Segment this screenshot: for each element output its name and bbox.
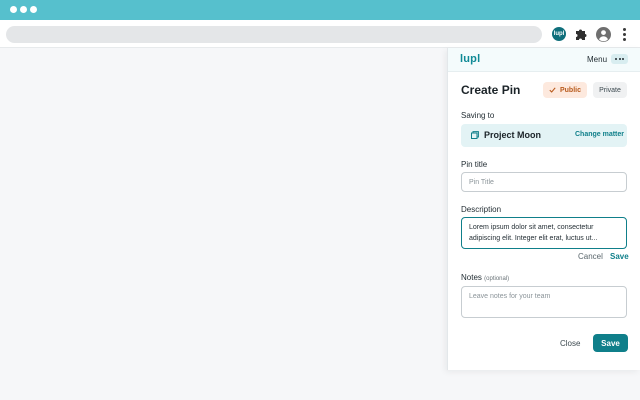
panel-header: lupl Menu [448,48,640,72]
public-label: Public [559,86,581,94]
save-button[interactable]: Save [593,334,628,352]
saving-to-label: Saving to [461,111,495,120]
project-name: Project Moon [484,130,542,140]
notes-label: Notes (optional) [461,273,509,282]
change-matter-link[interactable]: Change matter [575,131,624,138]
account-icon[interactable] [596,27,611,42]
description-line: adipiscing elit. Integer elit erat, luct… [469,235,598,242]
page-title: Create Pin [461,83,521,97]
window-dot-icon[interactable] [10,6,17,13]
pin-title-label: Pin title [461,160,488,169]
private-label: Private [599,86,621,94]
pin-title-placeholder: Pin Title [469,179,494,186]
window-dot-icon[interactable] [20,6,27,13]
description-line: Lorem ipsum dolor sit amet, consectetur [469,224,594,231]
more-menu-button[interactable] [611,54,628,64]
browser-toolbar: lupl [0,20,640,48]
description-label: Description [461,205,502,214]
lupl-logo: lupl [460,53,481,65]
public-toggle[interactable]: Public [543,82,587,98]
close-button[interactable]: Close [560,339,580,348]
menu-label[interactable]: Menu [587,55,607,64]
description-textarea[interactable]: Lorem ipsum dolor sit amet, consectetur … [461,217,627,249]
kebab-menu-icon[interactable] [621,28,627,41]
optional-label: (optional) [484,276,510,282]
create-pin-panel: lupl Menu Create Pin Public Private Savi… [447,48,640,370]
lupl-extension-icon[interactable]: lupl [552,27,566,41]
folder-stack-icon [471,131,479,139]
description-save-button[interactable]: Save [610,252,629,261]
browser-titlebar [0,0,640,20]
puzzle-icon[interactable] [574,27,588,41]
notes-placeholder: Leave notes for your team [469,293,551,300]
check-icon [549,87,556,93]
private-toggle[interactable]: Private [593,82,627,98]
saving-to-box: Project Moon Change matter [461,124,627,147]
description-cancel-button[interactable]: Cancel [578,252,603,261]
pin-title-input[interactable]: Pin Title [461,172,627,192]
notes-label-text: Notes [461,273,482,282]
notes-textarea[interactable]: Leave notes for your team [461,286,627,318]
address-bar[interactable] [6,26,542,43]
window-dot-icon[interactable] [30,6,37,13]
